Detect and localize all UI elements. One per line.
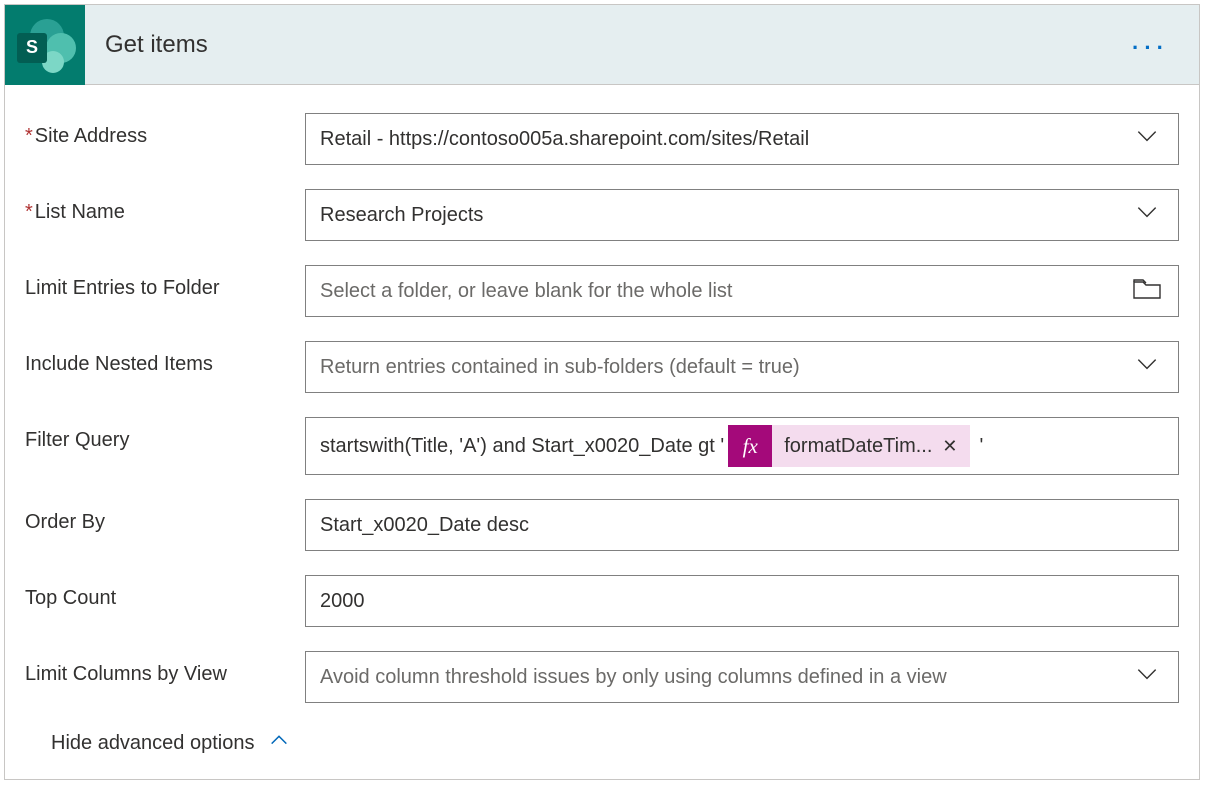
field-row-limit-columns: Limit Columns by View Avoid column thres… <box>25 651 1179 703</box>
field-row-include-nested: Include Nested Items Return entries cont… <box>25 341 1179 393</box>
card-title: Get items <box>105 31 208 59</box>
placeholder-limit-folder: Select a folder, or leave blank for the … <box>320 280 732 303</box>
folder-icon[interactable] <box>1132 276 1162 306</box>
input-limit-columns[interactable]: Avoid column threshold issues by only us… <box>305 651 1179 703</box>
more-menu-icon[interactable]: ··· <box>1132 35 1169 61</box>
value-order-by: Start_x0020_Date desc <box>320 514 529 537</box>
input-site-address[interactable]: Retail - https://contoso005a.sharepoint.… <box>305 113 1179 165</box>
label-filter-query: Filter Query <box>25 417 305 452</box>
field-row-order-by: Order By Start_x0020_Date desc <box>25 499 1179 551</box>
close-icon[interactable]: ✕ <box>942 436 957 457</box>
field-row-top-count: Top Count 2000 <box>25 575 1179 627</box>
field-row-filter-query: Filter Query startswith(Title, 'A') and … <box>25 417 1179 475</box>
hide-advanced-toggle[interactable]: Hide advanced options <box>51 729 1179 757</box>
fx-icon[interactable]: fx <box>728 425 772 467</box>
input-filter-query[interactable]: startswith(Title, 'A') and Start_x0020_D… <box>305 417 1179 475</box>
field-row-limit-folder: Limit Entries to Folder Select a folder,… <box>25 265 1179 317</box>
label-list-name: *List Name <box>25 189 305 224</box>
label-site-address: *Site Address <box>25 113 305 148</box>
label-limit-columns: Limit Columns by View <box>25 651 305 686</box>
input-order-by[interactable]: Start_x0020_Date desc <box>305 499 1179 551</box>
label-top-count: Top Count <box>25 575 305 610</box>
chevron-down-icon[interactable] <box>1134 199 1160 231</box>
label-include-nested: Include Nested Items <box>25 341 305 376</box>
action-card: S Get items ··· *Site Address Retail - h… <box>4 4 1200 780</box>
input-top-count[interactable]: 2000 <box>305 575 1179 627</box>
chevron-down-icon[interactable] <box>1134 351 1160 383</box>
placeholder-include-nested: Return entries contained in sub-folders … <box>320 356 800 379</box>
input-limit-folder[interactable]: Select a folder, or leave blank for the … <box>305 265 1179 317</box>
chevron-down-icon[interactable] <box>1134 661 1160 693</box>
filter-text-before: startswith(Title, 'A') and Start_x0020_D… <box>320 435 724 458</box>
sharepoint-icon: S <box>5 5 85 85</box>
field-row-list-name: *List Name Research Projects <box>25 189 1179 241</box>
field-row-site-address: *Site Address Retail - https://contoso00… <box>25 113 1179 165</box>
card-body: *Site Address Retail - https://contoso00… <box>5 85 1199 779</box>
value-site-address: Retail - https://contoso005a.sharepoint.… <box>320 128 809 151</box>
chevron-down-icon[interactable] <box>1134 123 1160 155</box>
value-list-name: Research Projects <box>320 204 483 227</box>
chevron-up-icon <box>268 729 290 757</box>
expression-token[interactable]: formatDateTim... ✕ <box>772 425 969 467</box>
filter-text-after: ' <box>980 435 984 458</box>
label-limit-folder: Limit Entries to Folder <box>25 265 305 300</box>
label-order-by: Order By <box>25 499 305 534</box>
input-list-name[interactable]: Research Projects <box>305 189 1179 241</box>
placeholder-limit-columns: Avoid column threshold issues by only us… <box>320 666 947 689</box>
value-top-count: 2000 <box>320 590 365 613</box>
card-header[interactable]: S Get items ··· <box>5 5 1199 85</box>
input-include-nested[interactable]: Return entries contained in sub-folders … <box>305 341 1179 393</box>
